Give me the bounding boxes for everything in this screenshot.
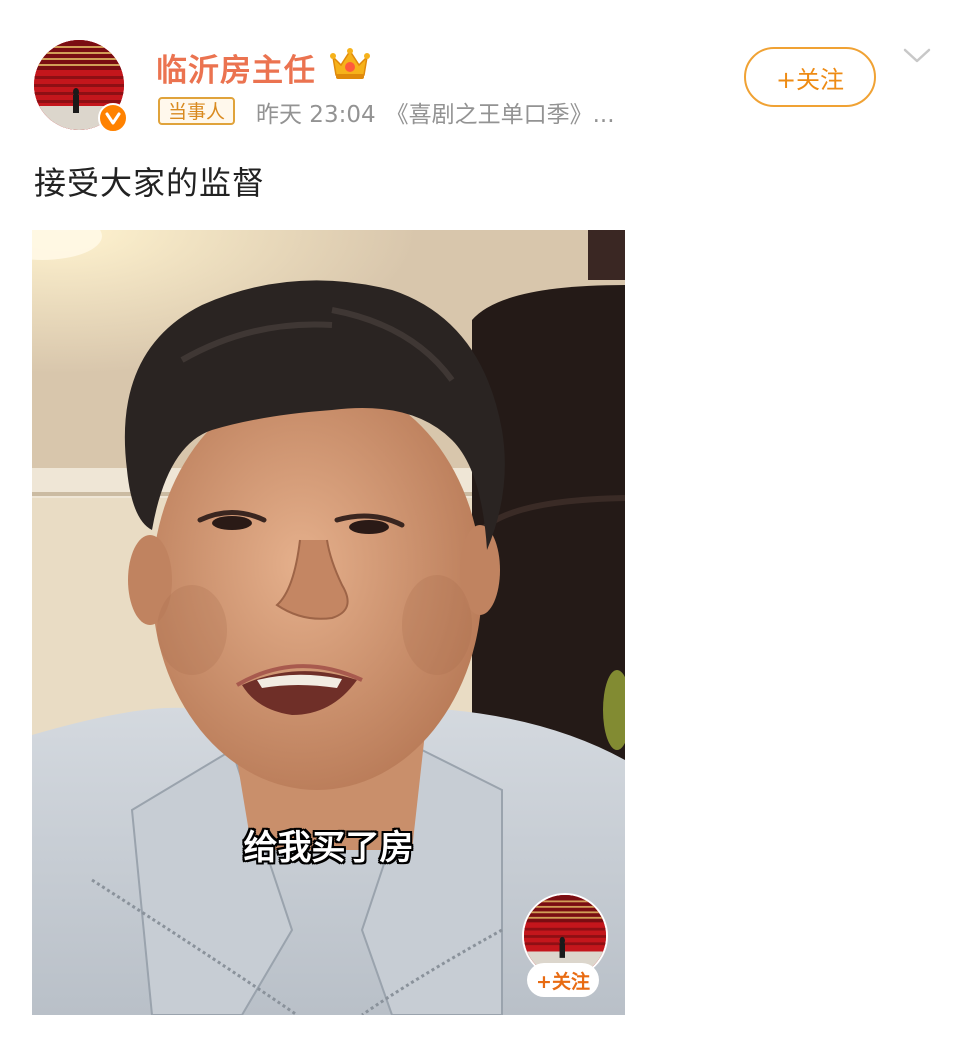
verified-badge-icon	[98, 103, 128, 133]
weibo-post: 临沂房主任 当事人 昨天 23:04 《喜剧之王单口季》... +关注 接受大家的…	[0, 0, 960, 1050]
post-text: 接受大家的监督	[34, 164, 266, 202]
post-meta: 昨天 23:04 《喜剧之王单口季》...	[256, 95, 625, 129]
author-name[interactable]: 临沂房主任	[156, 45, 316, 90]
crown-icon	[330, 48, 370, 79]
role-tag: 当事人	[158, 97, 236, 125]
video-frame-image	[32, 230, 625, 1015]
follow-button[interactable]: +关注	[744, 47, 876, 107]
video-player[interactable]: 给我买了房 +关注	[32, 230, 625, 1015]
post-source[interactable]: 《喜剧之王单口季》...	[386, 102, 615, 128]
video-follow-button[interactable]: +关注	[527, 963, 599, 997]
chevron-down-icon[interactable]	[902, 46, 932, 66]
post-time: 昨天 23:04	[256, 102, 376, 128]
video-subtitle: 给我买了房	[243, 828, 414, 868]
